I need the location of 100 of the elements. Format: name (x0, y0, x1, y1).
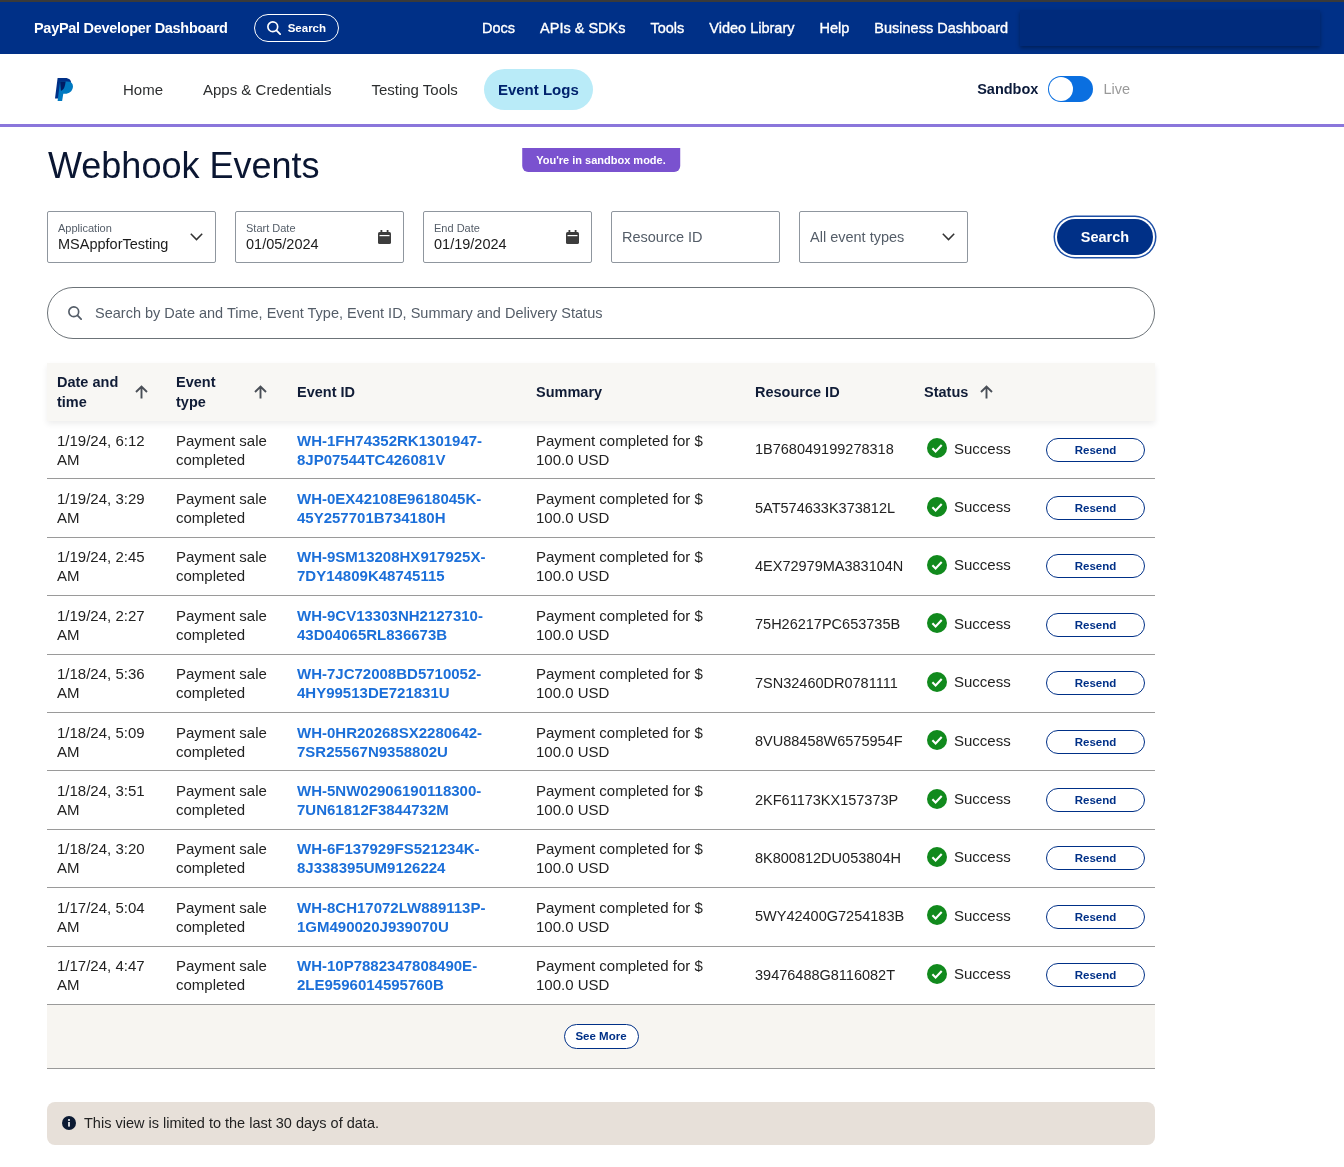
status-text: Success (954, 730, 1011, 750)
table-cell: Payment completed for $ 100.0 USD (536, 898, 703, 935)
check-circle-icon (927, 613, 947, 634)
environment-label: Sandbox (977, 81, 1039, 97)
table-cell: Payment sale completed (176, 957, 267, 994)
table-cell: 1/18/24, 3:51 AM (57, 782, 145, 819)
status-text: Success (954, 905, 1011, 925)
date-field[interactable]: Start Date 01/05/2024 (235, 211, 404, 263)
check-circle-icon (927, 846, 947, 867)
nav-tab[interactable]: Home (109, 68, 177, 110)
dropdown-field[interactable]: All event types (799, 211, 968, 263)
resend-button[interactable]: Resend (1046, 437, 1145, 462)
table-cell: Payment sale completed (176, 431, 267, 468)
table-cell: Payment completed for $ 100.0 USD (536, 490, 703, 527)
nav-tab[interactable]: Apps & Credentials (189, 68, 346, 110)
resend-button[interactable]: Resend (1046, 904, 1145, 929)
resend-button[interactable]: Resend (1046, 496, 1145, 521)
input-field[interactable]: Resource ID (611, 211, 780, 263)
column-header: Event type (176, 373, 217, 412)
table-cell: 1/19/24, 3:29 AM (57, 490, 145, 527)
column-header: Summary (536, 383, 603, 402)
environment-label: Live (1103, 81, 1130, 97)
table-cell: 8K800812DU053804H (755, 849, 901, 866)
banner-text: This view is limited to the last 30 days of data. (84, 1115, 379, 1132)
nav-tab[interactable]: Testing Tools (357, 68, 472, 110)
check-circle-icon (927, 554, 947, 575)
table-cell: 2KF61173KX157373P (755, 791, 899, 808)
nav-tab[interactable]: Event Logs (483, 68, 593, 110)
event-id-link[interactable]: WH-9SM13208HX917925X-7DY14809K48745115 (297, 547, 486, 586)
dropdown-field[interactable]: Application MSAppforTesting (47, 211, 216, 263)
table-cell: Payment sale completed (176, 898, 267, 935)
event-id-link[interactable]: WH-0HR20268SX2280642-7SR25567N9358802U (297, 722, 483, 761)
column-header: Event ID (297, 383, 355, 402)
event-id-link[interactable]: WH-10P7882347808490E-2LE9596014595760B (297, 956, 478, 995)
check-circle-icon (927, 788, 947, 809)
search-field[interactable]: Search by Date and Time, Event Type, Event ID, Summary and Delivery Status (47, 287, 1155, 339)
table-cell: 1/19/24, 6:12 AM (57, 431, 145, 468)
resend-button[interactable]: Resend (1046, 612, 1145, 637)
table-cell: Payment sale completed (176, 665, 267, 702)
table-cell: Payment completed for $ 100.0 USD (536, 723, 703, 760)
event-id-link[interactable]: WH-0EX42108E9618045K-45Y257701B734180H (297, 489, 482, 528)
resend-button[interactable]: Resend (1046, 846, 1145, 871)
table-cell: 8VU88458W6575954F (755, 733, 903, 750)
nav-link[interactable]: Business Dashboard (874, 20, 1009, 36)
table-cell: 4EX72979MA383104N (755, 557, 904, 574)
arrow-up-icon[interactable] (980, 385, 994, 399)
event-id-link[interactable]: WH-1FH74352RK1301947-8JP07544TC426081V (297, 430, 483, 469)
nav-link[interactable]: APIs & SDKs (540, 20, 626, 36)
status-text: Success (954, 789, 1011, 809)
resend-button[interactable]: Resend (1046, 554, 1145, 579)
arrow-up-icon[interactable] (135, 385, 148, 399)
search-button[interactable]: Search (1057, 219, 1153, 255)
table-cell: Payment completed for $ 100.0 USD (536, 431, 703, 468)
event-id-link[interactable]: WH-5NW02906190118300-7UN61812F3844732M (297, 781, 482, 820)
chevron-down-icon (190, 233, 203, 241)
status-text: Success (954, 672, 1011, 692)
see-more-button[interactable]: See More (563, 1023, 639, 1049)
table-cell: Payment sale completed (176, 840, 267, 877)
table-cell: Payment sale completed (176, 490, 267, 527)
event-id-link[interactable]: WH-7JC72008BD5710052-4HY99513DE721831U (297, 664, 482, 703)
event-id-link[interactable]: WH-8CH17072LW889113P-1GM490020J939070U (297, 897, 486, 936)
nav-link[interactable]: Docs (482, 20, 516, 36)
toggle-switch[interactable] (1048, 76, 1094, 102)
status-text: Success (954, 847, 1011, 867)
date-field[interactable]: End Date 01/19/2024 (423, 211, 592, 263)
site-title: PayPal Developer Dashboard (34, 20, 228, 36)
table-cell: Payment completed for $ 100.0 USD (536, 606, 703, 643)
event-id-link[interactable]: WH-6F137929FS521234K-8J338395UM9126224 (297, 839, 480, 878)
logo-icon[interactable] (55, 77, 73, 101)
resend-button[interactable]: Resend (1046, 963, 1145, 988)
resend-button[interactable]: Resend (1046, 729, 1145, 754)
table-cell: Payment completed for $ 100.0 USD (536, 665, 703, 702)
table-cell: 5WY42400G7254183B (755, 908, 905, 925)
check-circle-icon (927, 671, 947, 692)
arrow-up-icon[interactable] (254, 385, 267, 399)
table-cell: 1/17/24, 5:04 AM (57, 898, 145, 935)
nav-link[interactable]: Help (819, 20, 850, 36)
event-id-link[interactable]: WH-9CV13303NH2127310-43D04065RL836673B (297, 605, 483, 644)
search-icon (68, 306, 82, 320)
table-cell: Payment completed for $ 100.0 USD (536, 782, 703, 819)
nav-link[interactable]: Video Library (709, 20, 795, 36)
calendar-icon[interactable] (378, 230, 391, 244)
calendar-icon[interactable] (566, 230, 579, 244)
column-header: Date and time (57, 373, 120, 412)
nav-link[interactable]: Tools (650, 20, 685, 36)
page-title: Webhook Events (48, 148, 320, 184)
resend-button[interactable]: Resend (1046, 788, 1145, 813)
resend-button[interactable]: Resend (1046, 671, 1145, 696)
table-cell: 1/19/24, 2:27 AM (57, 606, 145, 643)
info-icon (62, 1116, 76, 1131)
table-cell: Payment sale completed (176, 606, 267, 643)
status-text: Success (954, 555, 1011, 575)
table-cell: Payment completed for $ 100.0 USD (536, 548, 703, 585)
table-cell: 1/17/24, 4:47 AM (57, 957, 145, 994)
check-circle-icon (927, 730, 947, 751)
table-cell: 1/18/24, 3:20 AM (57, 840, 145, 877)
table-cell: 5AT574633K373812L (755, 499, 896, 516)
table-cell: Payment sale completed (176, 548, 267, 585)
status-text: Success (954, 613, 1011, 633)
status-text: Success (954, 497, 1011, 517)
